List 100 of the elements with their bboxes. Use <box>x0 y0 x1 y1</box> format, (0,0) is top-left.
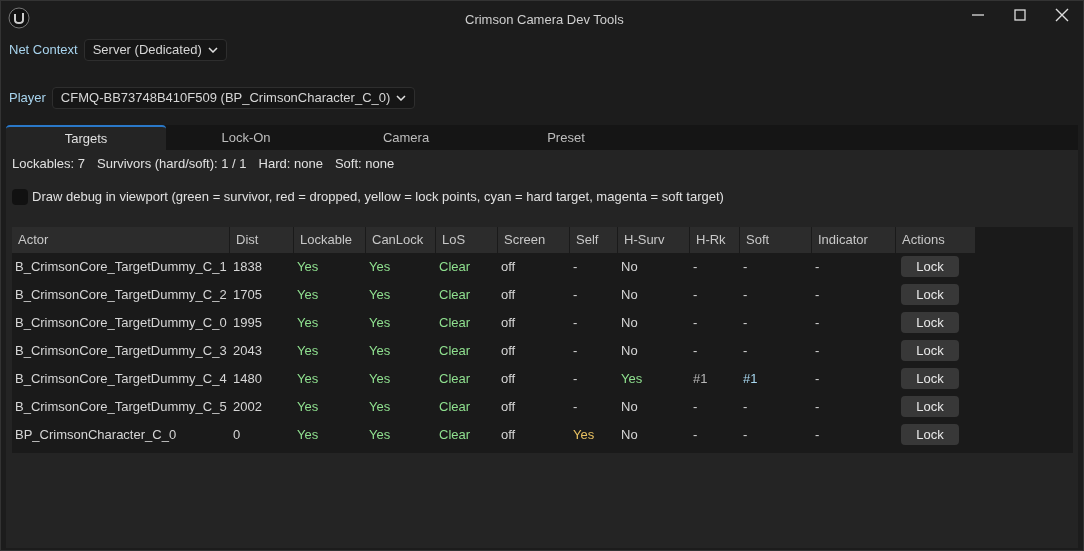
table-cell: Yes <box>297 258 319 274</box>
table-cell: Clear <box>439 258 471 274</box>
lock-button[interactable]: Lock <box>901 340 959 361</box>
chevron-down-icon <box>207 47 218 53</box>
table-cell: Clear <box>439 398 471 414</box>
table-cell: Yes <box>621 370 643 386</box>
table-cell: Yes <box>297 426 319 442</box>
table-cell: No <box>621 398 638 414</box>
table-cell: 1995 <box>233 314 262 330</box>
table-cell: B_CrimsonCore_TargetDummy_C_3 <box>15 342 227 358</box>
tab[interactable]: Camera <box>326 125 486 150</box>
table-cell: off <box>501 426 516 442</box>
table-cell: Clear <box>439 286 471 302</box>
column-header: Actions <box>896 226 976 253</box>
table-cell: No <box>621 258 638 274</box>
table-cell: - <box>573 398 578 414</box>
tab[interactable]: Targets <box>6 125 166 150</box>
table-cell: - <box>693 398 698 414</box>
checkbox-label: Draw debug in viewport (green = survivor, red = dropped, yellow = lock points, cyan = hard target, magenta = soft target) <box>32 188 724 206</box>
table-cell: off <box>501 370 516 386</box>
table-cell: - <box>693 258 698 274</box>
table-cell: 1705 <box>233 286 262 302</box>
table-cell: No <box>621 342 638 358</box>
table-cell: - <box>693 426 698 442</box>
table-cell: Yes <box>369 314 391 330</box>
table-cell: Clear <box>439 370 471 386</box>
table-cell: off <box>501 398 516 414</box>
table-cell: - <box>743 342 748 358</box>
tab[interactable]: Preset <box>486 125 646 150</box>
column-header: CanLock <box>366 226 436 253</box>
table-cell: Clear <box>439 314 471 330</box>
summary-text: Soft: none <box>334 154 395 173</box>
chevron-down-icon <box>396 95 407 101</box>
window-title: Crimson Camera Dev Tools <box>465 11 624 29</box>
lock-button[interactable]: Lock <box>901 396 959 417</box>
table-cell: #1 <box>693 370 708 386</box>
table-cell: Yes <box>297 314 319 330</box>
table-cell: 1480 <box>233 370 262 386</box>
table-cell: - <box>573 370 578 386</box>
net-context-dropdown[interactable]: Server (Dedicated) <box>83 39 227 61</box>
table-cell: #1 <box>743 370 758 386</box>
table-cell: 2002 <box>233 398 262 414</box>
table-cell: 1838 <box>233 258 262 274</box>
table-cell: No <box>621 314 638 330</box>
table-cell: B_CrimsonCore_TargetDummy_C_0 <box>15 314 227 330</box>
table-cell: Yes <box>369 426 391 442</box>
table-cell: - <box>693 314 698 330</box>
table-cell: - <box>743 426 748 442</box>
table-cell: - <box>573 342 578 358</box>
lock-button[interactable]: Lock <box>901 256 959 277</box>
table-cell: - <box>693 342 698 358</box>
table-cell: B_CrimsonCore_TargetDummy_C_4 <box>15 370 227 386</box>
table-cell: BP_CrimsonCharacter_C_0 <box>15 426 177 442</box>
table-cell: - <box>743 258 748 274</box>
table-cell: Yes <box>297 370 319 386</box>
summary-text: Lockables: 7 <box>12 154 85 173</box>
close-icon[interactable] <box>1053 6 1071 24</box>
column-header: Self <box>570 226 618 253</box>
column-header: Dist <box>230 226 294 253</box>
column-header: Lockable <box>294 226 366 253</box>
table-cell: Yes <box>369 342 391 358</box>
lock-button[interactable]: Lock <box>901 368 959 389</box>
lock-button[interactable]: Lock <box>901 284 959 305</box>
table-cell: - <box>815 426 820 442</box>
table-cell: Yes <box>297 286 319 302</box>
net-context-label: Net Context <box>9 41 78 60</box>
table-cell: off <box>501 286 516 302</box>
table-cell: Clear <box>439 426 471 442</box>
table-cell: - <box>815 398 820 414</box>
table-cell: - <box>815 314 820 330</box>
table-cell: Yes <box>369 398 391 414</box>
table-cell: No <box>621 286 638 302</box>
table-cell: Yes <box>297 342 319 358</box>
table-cell: - <box>693 286 698 302</box>
table-cell: Yes <box>573 426 595 442</box>
summary-text: Survivors (hard/soft): 1 / 1 <box>97 154 247 173</box>
column-header: Actor <box>12 226 230 253</box>
lock-button[interactable]: Lock <box>901 424 959 445</box>
table-cell: Yes <box>297 398 319 414</box>
maximize-icon[interactable] <box>1011 6 1029 24</box>
player-label: Player <box>9 89 46 108</box>
table-cell: off <box>501 314 516 330</box>
player-dropdown[interactable]: CFMQ-BB73748B410F509 (BP_CrimsonCharacter_C_0) <box>51 87 416 109</box>
table-cell: - <box>815 342 820 358</box>
table-cell: - <box>573 258 578 274</box>
table-cell: - <box>743 398 748 414</box>
table-cell: - <box>743 286 748 302</box>
tab[interactable]: Lock-On <box>166 125 326 150</box>
table-cell: No <box>621 426 638 442</box>
table-cell: Yes <box>369 258 391 274</box>
table-cell: - <box>573 286 578 302</box>
table-cell: - <box>815 286 820 302</box>
table-cell: 2043 <box>233 342 262 358</box>
table-cell: Clear <box>439 342 471 358</box>
table-cell: - <box>573 314 578 330</box>
table-cell: off <box>501 342 516 358</box>
column-header: H-Rk <box>690 226 740 253</box>
lock-button[interactable]: Lock <box>901 312 959 333</box>
table-cell: B_CrimsonCore_TargetDummy_C_5 <box>15 398 227 414</box>
table-cell: B_CrimsonCore_TargetDummy_C_1 <box>15 258 227 274</box>
